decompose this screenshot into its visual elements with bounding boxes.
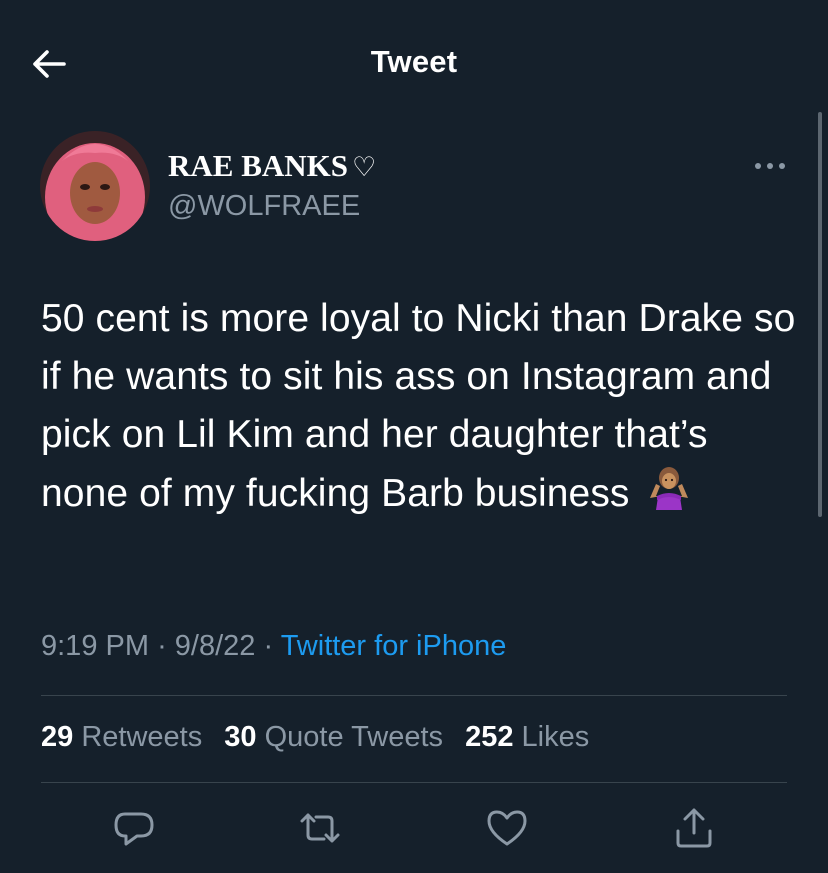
scrollbar[interactable] [818,112,822,517]
retweet-button[interactable] [297,805,343,851]
likes-count: 252 [465,721,514,753]
tweet-stats: 29 Retweets 30 Quote Tweets 252 Likes [41,721,603,754]
divider-bottom [41,782,787,783]
quote-tweets-label: Quote Tweets [264,721,444,753]
author-handle[interactable]: @WOLFRAEE [168,190,360,223]
like-button[interactable] [484,805,530,851]
avatar[interactable] [40,131,150,241]
more-options-button[interactable] [752,152,788,180]
reply-button[interactable] [111,805,157,851]
tweet-header: Tweet [0,0,828,125]
divider-top [41,695,787,696]
more-icon [755,163,785,169]
retweets-count: 29 [41,721,74,753]
likes-label: Likes [521,721,590,753]
reply-icon [114,812,154,846]
avatar-image [40,131,150,241]
author-name-text: RAE BANKS [168,148,349,183]
tweet-date[interactable]: 9/8/22 [175,630,256,662]
retweets-stat[interactable]: 29 Retweets [41,721,210,753]
share-icon [676,808,712,848]
tweet-meta: 9:19 PM · 9/8/22 · Twitter for iPhone [41,630,507,662]
author-display-name[interactable]: RAE BANKS ♡ [168,148,376,184]
likes-stat[interactable]: 252 Likes [465,721,589,753]
like-icon [487,810,527,846]
retweets-label: Retweets [81,721,203,753]
tweet-source-link[interactable]: Twitter for iPhone [281,630,507,662]
retweet-icon [300,813,340,843]
share-button[interactable] [671,805,717,851]
shrug-emoji-icon [646,464,692,527]
quote-tweets-count: 30 [224,721,257,753]
tweet-actions [0,805,828,855]
quote-tweets-stat[interactable]: 30 Quote Tweets [224,721,451,753]
tweet-body: 50 cent is more loyal to Nicki than Drak… [41,290,801,527]
tweet-time[interactable]: 9:19 PM [41,630,149,662]
heart-glyph: ♡ [352,152,377,183]
page-title: Tweet [370,44,458,79]
